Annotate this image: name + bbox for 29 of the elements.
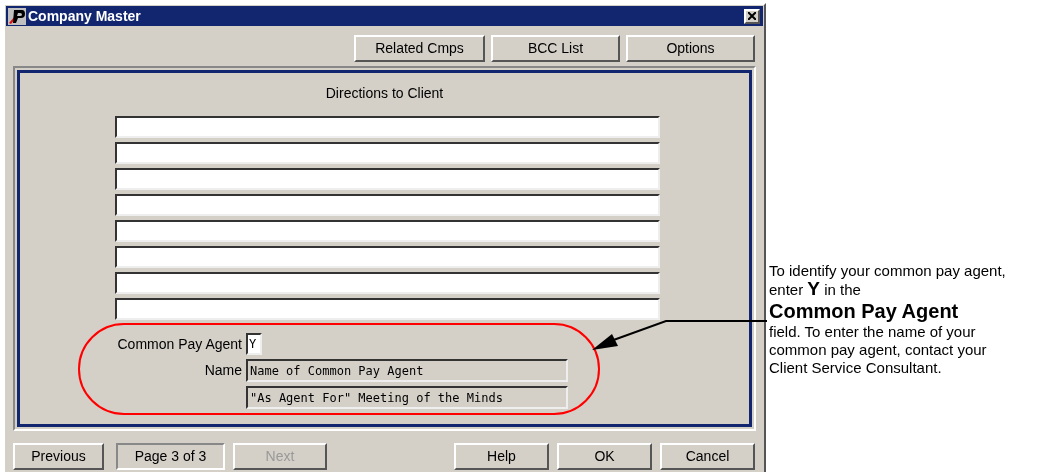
input-field[interactable]: Y — [246, 333, 262, 355]
window-title: Company Master — [28, 6, 141, 26]
callout-text: field. To enter the name of your common pay agent, contact your Client Service Consultant. — [769, 323, 988, 377]
field-label: Common Pay Agent — [116, 334, 242, 354]
section-title: Directions to Client — [325, 84, 444, 103]
input-field[interactable] — [115, 220, 660, 242]
input-field[interactable]: Name of Common Pay Agent — [246, 359, 568, 382]
button[interactable]: BCC List — [491, 35, 620, 62]
field-label: Name — [204, 361, 242, 380]
input-field[interactable] — [115, 298, 660, 320]
close-icon — [748, 12, 756, 20]
input-field[interactable] — [115, 194, 660, 216]
app-icon — [8, 7, 26, 25]
input-field[interactable] — [115, 272, 660, 294]
close-button[interactable] — [744, 8, 760, 24]
input-field[interactable] — [115, 168, 660, 190]
input-field[interactable] — [115, 246, 660, 268]
input-field[interactable]: "As Agent For" Meeting of the Minds — [246, 386, 568, 409]
button[interactable]: Related Cmps — [354, 35, 485, 62]
button[interactable]: Help — [454, 443, 549, 470]
input-field[interactable] — [115, 142, 660, 164]
input-field[interactable] — [115, 116, 660, 138]
button[interactable]: Cancel — [660, 443, 755, 470]
button[interactable]: Previous — [13, 443, 104, 470]
page-indicator: Page 3 of 3 — [116, 443, 225, 470]
button[interactable]: OK — [557, 443, 652, 470]
button[interactable]: Options — [626, 35, 755, 62]
callout-heading: Common Pay Agent — [769, 299, 960, 323]
callout-text: To identify your common pay agent, enter Y in the — [769, 262, 1007, 299]
